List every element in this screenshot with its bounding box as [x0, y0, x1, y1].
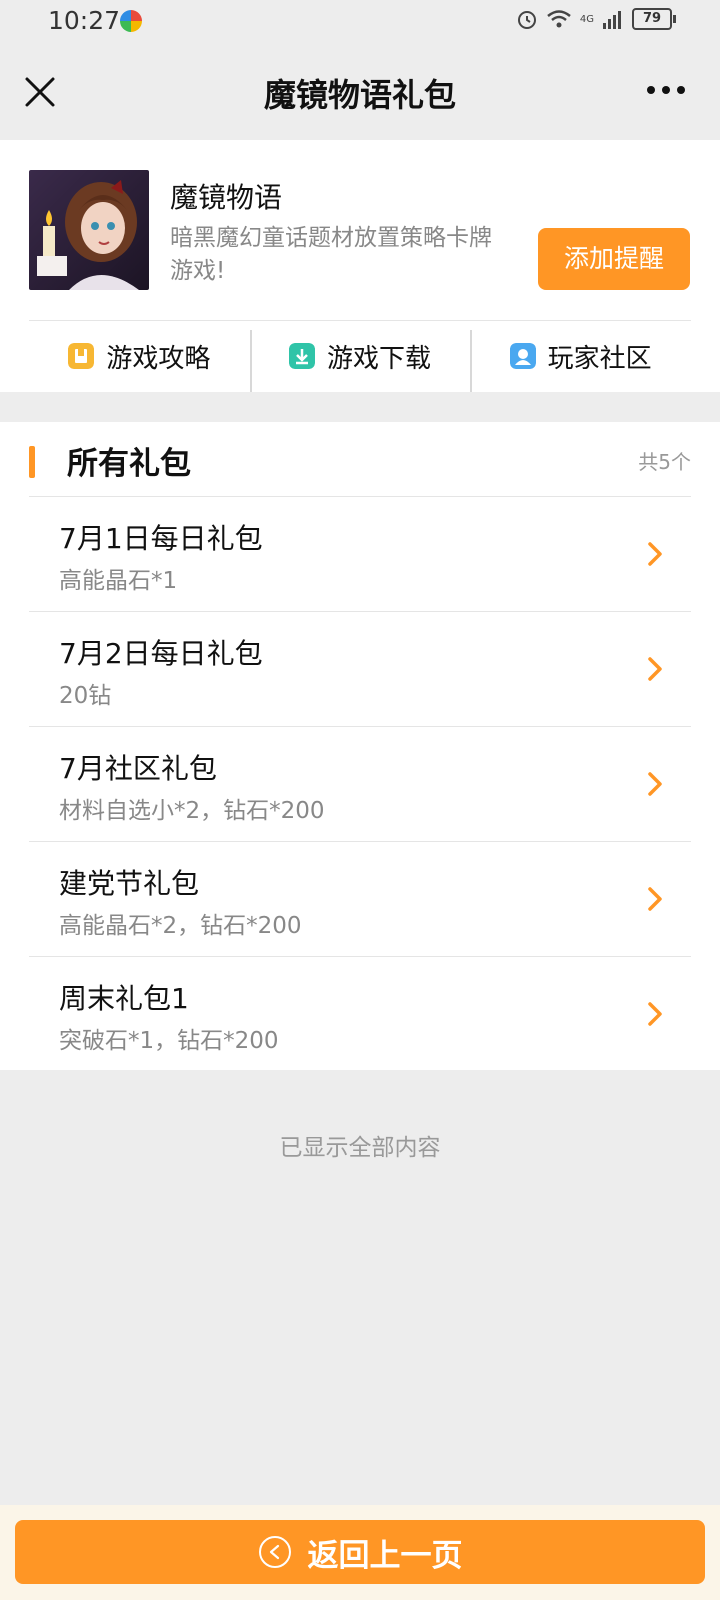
game-cover-image [29, 170, 149, 290]
quick-link-guide[interactable]: 游戏攻略 [29, 322, 250, 390]
gift-description: 高能晶石*2，钻石*200 [59, 913, 302, 939]
more-options-icon[interactable] [646, 82, 686, 98]
alarm-icon [517, 11, 536, 29]
app-notification-icon [120, 10, 142, 32]
status-bar: 10:27 4G 79 [0, 0, 720, 44]
status-icons: 4G 79 [516, 8, 676, 30]
gift-title: 7月社区礼包 [59, 752, 217, 785]
chevron-right-icon [648, 1002, 662, 1026]
chevron-right-icon [648, 542, 662, 566]
game-name: 魔镜物语 [170, 181, 283, 214]
network-type: 4G [579, 13, 594, 25]
guide-icon [68, 343, 95, 369]
quick-link-community[interactable]: 玩家社区 [470, 322, 691, 392]
game-description: 暗黑魔幻童话题材放置策略卡牌游戏! [170, 225, 492, 284]
divider [29, 320, 691, 321]
status-time: 10:27 [48, 6, 121, 35]
download-icon [289, 343, 315, 369]
chevron-right-icon [648, 657, 662, 681]
gift-title: 周末礼包1 [59, 982, 189, 1015]
quick-link-download[interactable]: 游戏下载 [249, 322, 471, 392]
gift-description: 突破石*1，钻石*200 [59, 1028, 279, 1054]
footer: 返回上一页 [0, 1505, 720, 1600]
gift-title: 7月2日每日礼包 [59, 637, 263, 670]
page-title: 魔镜物语礼包 [263, 76, 456, 114]
gift-title: 建党节礼包 [59, 867, 200, 900]
nav-bar: 魔镜物语礼包 [0, 44, 720, 141]
gift-row[interactable]: 建党节礼包 高能晶石*2，钻石*200 [29, 842, 691, 957]
quick-link-label: 游戏下载 [327, 343, 432, 374]
back-arrow-icon [258, 1536, 291, 1568]
gift-description: 材料自选小*2，钻石*200 [59, 798, 325, 824]
quick-link-label: 玩家社区 [547, 343, 652, 374]
gift-description: 高能晶石*1 [59, 568, 178, 594]
add-reminder-button[interactable]: 添加提醒 [538, 228, 690, 290]
gift-row[interactable]: 7月2日每日礼包 20钻 [29, 612, 691, 727]
back-button-label: 返回上一页 [307, 1537, 463, 1574]
section-marker [29, 446, 35, 478]
end-of-content-text: 已显示全部内容 [279, 1135, 441, 1161]
wifi-icon [547, 10, 571, 28]
community-icon [509, 343, 536, 369]
gift-count: 共5个 [638, 450, 691, 474]
gift-row[interactable]: 7月1日每日礼包 高能晶石*1 [29, 497, 691, 612]
chevron-right-icon [648, 772, 662, 796]
back-button[interactable]: 返回上一页 [15, 1520, 705, 1584]
gift-list: 7月1日每日礼包 高能晶石*1 7月2日每日礼包 20钻 7月社区礼包 材料自选… [29, 497, 691, 1071]
game-card: 魔镜物语 暗黑魔幻童话题材放置策略卡牌游戏! 添加提醒 游戏攻略 游戏下载 玩家… [0, 140, 720, 392]
gift-title: 7月1日每日礼包 [59, 522, 263, 555]
section-header: 所有礼包 共5个 [29, 422, 691, 497]
gift-description: 20钻 [59, 683, 112, 709]
battery-icon: 79 [632, 8, 676, 30]
section-title: 所有礼包 [67, 446, 191, 482]
quick-link-label: 游戏攻略 [106, 343, 211, 374]
gift-row[interactable]: 周末礼包1 突破石*1，钻石*200 [29, 957, 691, 1071]
quick-links: 游戏攻略 游戏下载 玩家社区 [29, 322, 691, 392]
gift-section: 所有礼包 共5个 7月1日每日礼包 高能晶石*1 7月2日每日礼包 20钻 7月… [0, 422, 720, 1070]
signal-icon [603, 11, 621, 29]
chevron-right-icon [648, 887, 662, 911]
gift-row[interactable]: 7月社区礼包 材料自选小*2，钻石*200 [29, 727, 691, 842]
